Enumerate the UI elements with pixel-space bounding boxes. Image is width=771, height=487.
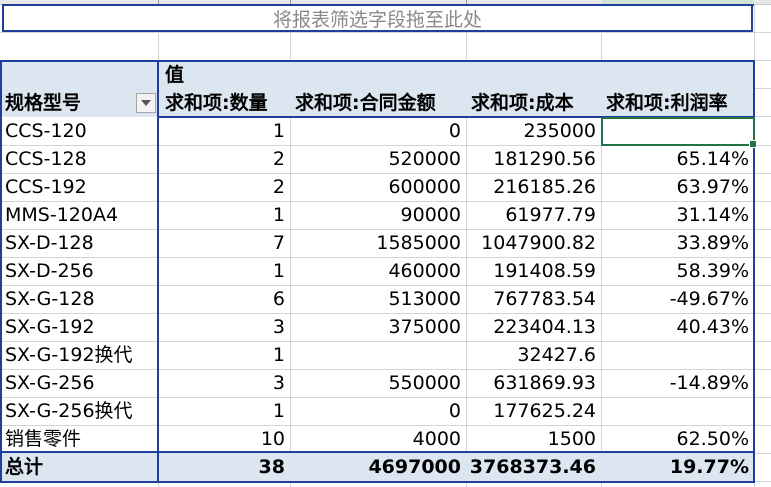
margin-cell[interactable]: 58.39% <box>601 257 754 285</box>
cost-cell[interactable]: 61977.79 <box>466 201 601 229</box>
row-label-cell[interactable]: CCS-128 <box>0 145 158 173</box>
cost-cell[interactable]: 1500 <box>466 425 601 453</box>
row-label-cell[interactable]: 销售零件 <box>0 425 158 453</box>
cost-cell[interactable]: 32427.6 <box>466 341 601 369</box>
amount-cell[interactable]: 90000 <box>290 201 466 229</box>
row-label-cell[interactable]: MMS-120A4 <box>0 201 158 229</box>
margin-cell[interactable]: 33.89% <box>601 229 754 257</box>
values-caption: 值 <box>165 64 185 86</box>
row-label-cell[interactable]: SX-G-256 <box>0 369 158 397</box>
amount-cell[interactable]: 0 <box>290 117 466 145</box>
margin-cell[interactable]: 62.50% <box>601 425 754 453</box>
row-field-header[interactable]: 规格型号 <box>0 89 136 117</box>
chevron-down-icon <box>141 100 151 106</box>
row-label-cell[interactable]: SX-G-128 <box>0 285 158 313</box>
report-filter-drop-area[interactable]: 将报表筛选字段拖至此处 <box>2 4 753 32</box>
qty-cell[interactable]: 1 <box>158 257 290 285</box>
margin-cell[interactable] <box>601 341 754 369</box>
amount-cell[interactable]: 4000 <box>290 425 466 453</box>
cost-cell[interactable]: 181290.56 <box>466 145 601 173</box>
column-header-cost[interactable]: 求和项:成本 <box>466 89 601 117</box>
amount-cell[interactable]: 375000 <box>290 313 466 341</box>
margin-cell[interactable]: 31.14% <box>601 201 754 229</box>
amount-cell[interactable]: 520000 <box>290 145 466 173</box>
cost-cell[interactable]: 767783.54 <box>466 285 601 313</box>
grand-total-qty[interactable]: 38 <box>158 453 290 481</box>
cost-cell[interactable]: 191408.59 <box>466 257 601 285</box>
margin-cell[interactable]: 65.14% <box>601 145 754 173</box>
grand-total-cost[interactable]: 3768373.46 <box>466 453 601 481</box>
qty-cell[interactable]: 2 <box>158 145 290 173</box>
qty-cell[interactable]: 6 <box>158 285 290 313</box>
qty-cell[interactable]: 3 <box>158 369 290 397</box>
active-cell-selection[interactable] <box>601 117 757 148</box>
row-label-cell[interactable]: SX-D-128 <box>0 229 158 257</box>
qty-cell[interactable]: 10 <box>158 425 290 453</box>
row-label-cell[interactable]: CCS-120 <box>0 117 158 145</box>
cost-cell[interactable]: 1047900.82 <box>466 229 601 257</box>
row-label-cell[interactable]: SX-G-192换代 <box>0 341 158 369</box>
margin-cell[interactable]: -49.67% <box>601 285 754 313</box>
spreadsheet-grid: 将报表筛选字段拖至此处 值 规格型号 求和项:数量 求和项:合同金额 求和项:成… <box>0 0 771 487</box>
amount-cell[interactable]: 0 <box>290 397 466 425</box>
cost-cell[interactable]: 235000 <box>466 117 601 145</box>
margin-cell[interactable]: 63.97% <box>601 173 754 201</box>
qty-cell[interactable]: 3 <box>158 313 290 341</box>
cost-cell[interactable]: 177625.24 <box>466 397 601 425</box>
qty-cell[interactable]: 1 <box>158 397 290 425</box>
amount-cell[interactable]: 513000 <box>290 285 466 313</box>
amount-cell[interactable] <box>290 341 466 369</box>
margin-cell[interactable]: 40.43% <box>601 313 754 341</box>
column-header-margin[interactable]: 求和项:利润率 <box>601 89 754 117</box>
margin-cell[interactable] <box>601 397 754 425</box>
qty-cell[interactable]: 7 <box>158 229 290 257</box>
row-field-filter-button[interactable] <box>136 93 156 113</box>
row-label-cell[interactable]: SX-G-256换代 <box>0 397 158 425</box>
cost-cell[interactable]: 223404.13 <box>466 313 601 341</box>
margin-cell[interactable]: -14.89% <box>601 369 754 397</box>
cost-cell[interactable]: 216185.26 <box>466 173 601 201</box>
qty-cell[interactable]: 1 <box>158 341 290 369</box>
row-label-cell[interactable]: CCS-192 <box>0 173 158 201</box>
column-header-qty[interactable]: 求和项:数量 <box>160 89 290 117</box>
grand-total-label: 总计 <box>5 456 44 478</box>
amount-cell[interactable]: 460000 <box>290 257 466 285</box>
row-label-cell[interactable]: SX-G-192 <box>0 313 158 341</box>
amount-cell[interactable]: 1585000 <box>290 229 466 257</box>
column-header-amount[interactable]: 求和项:合同金额 <box>290 89 466 117</box>
grand-total-amount[interactable]: 4697000 <box>290 453 466 481</box>
amount-cell[interactable]: 600000 <box>290 173 466 201</box>
qty-cell[interactable]: 1 <box>158 201 290 229</box>
grand-total-margin[interactable]: 19.77% <box>601 453 754 481</box>
report-filter-hint: 将报表筛选字段拖至此处 <box>272 8 482 31</box>
cost-cell[interactable]: 631869.93 <box>466 369 601 397</box>
row-label-cell[interactable]: SX-D-256 <box>0 257 158 285</box>
qty-cell[interactable]: 1 <box>158 117 290 145</box>
fill-handle[interactable] <box>749 140 757 148</box>
amount-cell[interactable]: 550000 <box>290 369 466 397</box>
qty-cell[interactable]: 2 <box>158 173 290 201</box>
